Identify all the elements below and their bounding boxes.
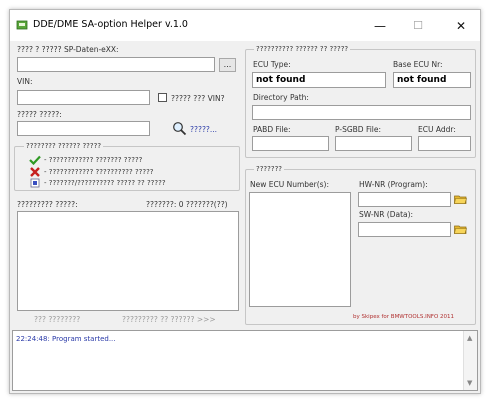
hw-nr-field[interactable] bbox=[358, 192, 451, 207]
directory-field[interactable] bbox=[252, 105, 471, 120]
legend-row-invalid: - ???????????? ?????????? ????? bbox=[29, 167, 154, 177]
open-folder-icon[interactable] bbox=[454, 194, 467, 204]
minimize-button[interactable]: — bbox=[365, 15, 395, 37]
secondary-field-label: ????? ?????: bbox=[17, 110, 62, 119]
psgbd-label: P-SGBD File: bbox=[335, 125, 382, 134]
title-bar: DDE/DME SA-option Helper v.1.0 — ☐ ✕ bbox=[10, 10, 480, 41]
red-cross-icon bbox=[30, 167, 40, 177]
option-list[interactable] bbox=[17, 211, 239, 311]
sp-daten-input[interactable] bbox=[17, 57, 215, 72]
pabd-label: PABD File: bbox=[253, 125, 291, 134]
search-link[interactable]: ?????... bbox=[190, 125, 217, 134]
blue-dot-icon bbox=[30, 178, 40, 188]
base-ecu-label: Base ECU Nr: bbox=[393, 60, 443, 69]
list-count: ???????: 0 ???????(??) bbox=[146, 200, 228, 209]
new-ecu-label: New ECU Number(s): bbox=[250, 180, 330, 189]
credit-text: by Skipex for BMWTOOLS.INFO 2011 bbox=[353, 314, 455, 320]
ecu-type-value: not found bbox=[252, 72, 386, 88]
base-ecu-value: not found bbox=[393, 72, 471, 88]
hw-nr-label: HW-NR (Program): bbox=[359, 180, 428, 189]
directory-label: Directory Path: bbox=[253, 93, 309, 102]
app-icon bbox=[16, 20, 28, 30]
log-panel[interactable]: 22:24:48: Program started... ▲ ▼ bbox=[12, 330, 478, 391]
green-check-icon bbox=[29, 155, 41, 165]
psgbd-field[interactable] bbox=[335, 136, 412, 151]
vin-checkbox[interactable] bbox=[158, 93, 167, 102]
secondary-input[interactable] bbox=[17, 121, 150, 136]
transfer-button: ????????? ?? ?????? >>> bbox=[122, 315, 216, 324]
new-numbers-title: ??????? bbox=[254, 165, 285, 173]
log-line: 22:24:48: Program started... bbox=[16, 335, 116, 343]
browse-button[interactable]: ... bbox=[219, 58, 236, 72]
window-title: DDE/DME SA-option Helper v.1.0 bbox=[33, 19, 188, 30]
vin-input[interactable] bbox=[17, 90, 150, 105]
scroll-up-icon[interactable]: ▲ bbox=[467, 334, 472, 342]
left-action-button: ??? ???????? bbox=[34, 315, 81, 324]
scroll-down-icon[interactable]: ▼ bbox=[467, 379, 472, 387]
vin-label: VIN: bbox=[17, 77, 33, 86]
app-window: DDE/DME SA-option Helper v.1.0 — ☐ ✕ ???… bbox=[9, 9, 481, 394]
sp-daten-label: ???? ? ????? SP-Daten-eXX: bbox=[17, 45, 119, 54]
magnifier-icon[interactable] bbox=[172, 121, 187, 136]
new-ecu-list[interactable] bbox=[249, 192, 351, 307]
sw-nr-field[interactable] bbox=[358, 222, 451, 237]
log-scrollbar[interactable]: ▲ ▼ bbox=[463, 331, 477, 390]
ecu-type-label: ECU Type: bbox=[253, 60, 291, 69]
ecu-addr-field[interactable] bbox=[418, 136, 471, 151]
vin-checkbox-label: ????? ??? VIN? bbox=[171, 94, 225, 103]
maximize-button: ☐ bbox=[413, 19, 423, 32]
close-button[interactable]: ✕ bbox=[446, 15, 476, 37]
pabd-field[interactable] bbox=[252, 136, 329, 151]
legend-row-valid: - ???????????? ??????? ????? bbox=[29, 155, 142, 165]
open-folder-icon[interactable] bbox=[454, 224, 467, 234]
legend-row-unknown: - ???????/?????????? ????? ?? ????? bbox=[29, 178, 166, 188]
ecu-info-title: ?????????? ?????? ?? ????? bbox=[254, 45, 351, 53]
sw-nr-label: SW-NR (Data): bbox=[359, 210, 414, 219]
list-label: ????????? ?????: bbox=[17, 200, 78, 209]
ecu-addr-label: ECU Addr: bbox=[418, 125, 456, 134]
legend-title: ???????? ?????? ????? bbox=[24, 142, 104, 150]
